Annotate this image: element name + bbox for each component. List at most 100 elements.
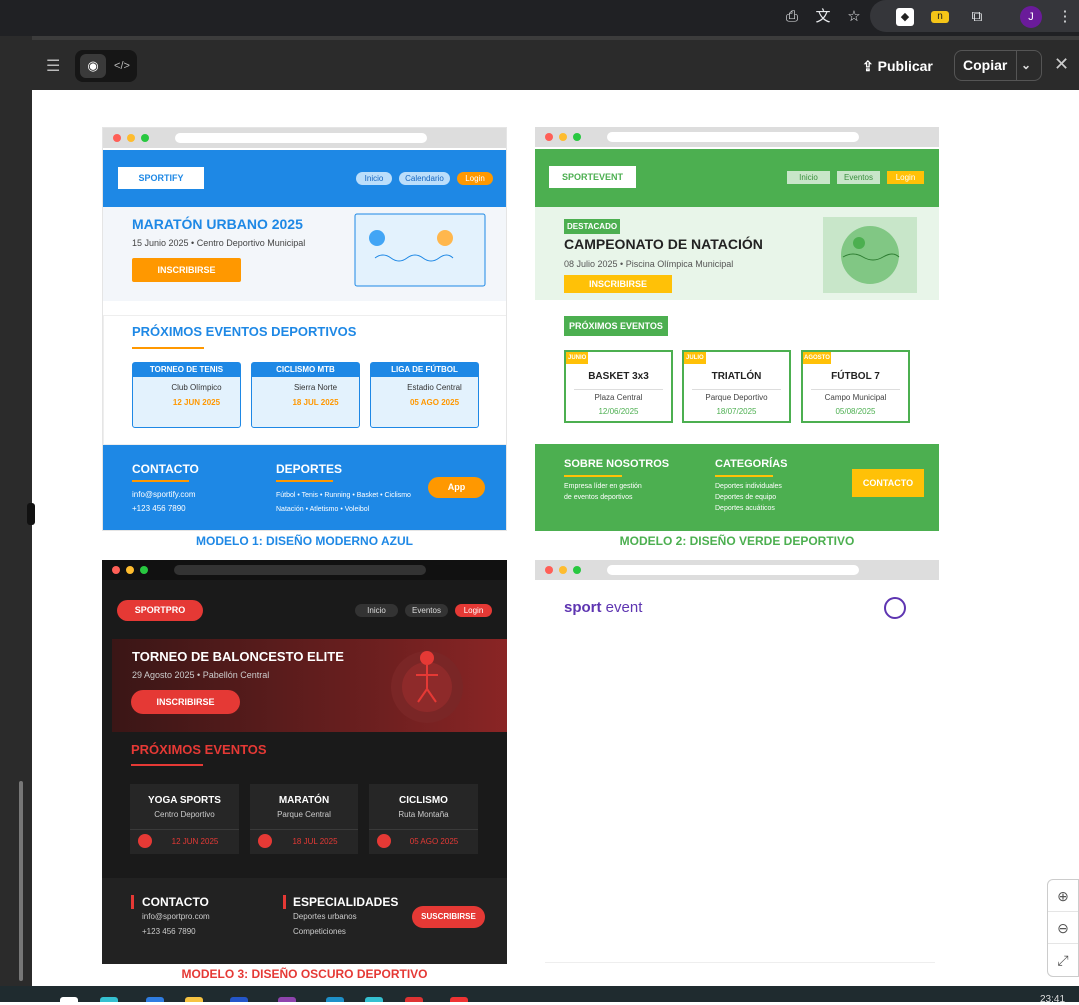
m1-sports-title: DEPORTES — [276, 462, 343, 476]
m1-section-title: PRÓXIMOS EVENTOS DEPORTIVOS — [132, 324, 357, 339]
m3-register-button[interactable]: INSCRIBIRSE — [131, 690, 240, 714]
m1-nav-inicio[interactable]: Inicio — [356, 172, 392, 185]
m1-email[interactable]: info@sportify.com — [132, 490, 196, 499]
chevron-down-icon[interactable]: ⌄ — [1021, 51, 1031, 80]
m3-card-place: Parque Central — [277, 810, 331, 819]
translate-icon[interactable]: 文 — [814, 8, 832, 26]
m3-card-date: 12 JUN 2025 — [171, 837, 219, 846]
m3-hero-subtitle: 29 Agosto 2025 • Pabellón Central — [132, 670, 270, 680]
copy-button[interactable]: Copiar ⌄ — [954, 50, 1042, 81]
m2-contact-button[interactable]: CONTACTO — [852, 469, 924, 497]
m1-card-title: LIGA DE FÚTBOL — [371, 363, 478, 377]
m3-event-card[interactable]: CICLISMO Ruta Montaña 05 AGO 2025 — [369, 784, 478, 854]
code-icon[interactable]: </> — [110, 54, 134, 78]
m1-header: SPORTIFY Inicio Calendario Login — [103, 150, 506, 207]
m2-register-button[interactable]: INSCRIBIRSE — [564, 275, 672, 293]
m1-contact-title: CONTACTO — [132, 462, 199, 476]
m1-nav-login[interactable]: Login — [457, 172, 493, 185]
m3-card-place: Centro Deportivo — [154, 810, 215, 819]
browser-toolbar: ⎙ 文 ☆ ◆ n ⧉ J ⋮ — [0, 0, 1079, 36]
m3-card-title: YOGA SPORTS — [148, 795, 221, 806]
m1-app-button[interactable]: App — [428, 477, 485, 498]
bookmark-star-icon[interactable]: ☆ — [845, 8, 863, 26]
m4-logo-part: event — [605, 599, 643, 616]
m1-sports-list: Fútbol • Tenis • Running • Basket • Cicl… — [276, 492, 411, 499]
m3-email[interactable]: info@sportpro.com — [142, 912, 210, 921]
m2-card-title: BASKET 3x3 — [588, 371, 649, 382]
m2-category-item[interactable]: Deportes individuales — [715, 483, 782, 490]
m2-nav-inicio[interactable]: Inicio — [787, 171, 830, 184]
m1-card-place: Estadio Central — [407, 383, 462, 392]
m2-event-card[interactable]: JUNIO BASKET 3x3 Plaza Central 12/06/202… — [564, 350, 673, 423]
m1-event-card[interactable]: LIGA DE FÚTBOL Estadio Central 05 AGO 20… — [370, 362, 479, 428]
m2-card-month: JULIO — [684, 352, 706, 364]
m3-specialties-title: ESPECIALIDADES — [293, 895, 399, 909]
m3-hero-image — [391, 651, 463, 723]
m1-card-title: CICLISMO MTB — [252, 363, 359, 377]
m1-card-place: Club Olímpico — [171, 383, 222, 392]
zoom-controls: ⊕ ⊖ ⤢ — [1047, 879, 1079, 977]
m1-register-button[interactable]: INSCRIBIRSE — [132, 258, 241, 282]
m2-card-title: TRIATLÓN — [711, 371, 762, 382]
m2-categories-title: CATEGORÍAS — [715, 458, 788, 470]
m3-specialty-item: Deportes urbanos — [293, 912, 357, 921]
m2-category-item[interactable]: Deportes de equipo — [715, 494, 776, 501]
zoom-in-icon[interactable]: ⊕ — [1048, 880, 1078, 912]
window-bar — [103, 128, 506, 148]
m2-section-title: PRÓXIMOS EVENTOS — [564, 316, 668, 336]
m3-event-card[interactable]: MARATÓN Parque Central 18 JUL 2025 — [250, 784, 358, 854]
publish-button[interactable]: ⇪ Publicar — [862, 54, 933, 78]
m2-card-place: Parque Deportivo — [705, 393, 768, 402]
share-icon: ⇪ — [862, 58, 878, 74]
m2-category-item[interactable]: Deportes acuáticos — [715, 505, 775, 512]
m3-nav-eventos[interactable]: Eventos — [405, 604, 448, 617]
folder-extension-icon[interactable]: n — [931, 11, 949, 23]
m1-hero-image — [354, 213, 486, 287]
artifact-toolbar: ☰ ◉ </> ⇪ Publicar Copiar ⌄ ✕ — [32, 36, 1079, 90]
m2-nav-eventos[interactable]: Eventos — [837, 171, 880, 184]
fullscreen-icon[interactable]: ⤢ — [1048, 944, 1078, 976]
m2-event-card[interactable]: JULIO TRIATLÓN Parque Deportivo 18/07/20… — [682, 350, 791, 423]
m1-hero-title: MARATÓN URBANO 2025 — [132, 216, 303, 232]
window-bar — [535, 560, 939, 580]
browser-menu-icon[interactable]: ⋮ — [1056, 8, 1074, 26]
m3-event-card[interactable]: YOGA SPORTS Centro Deportivo 12 JUN 2025 — [130, 784, 239, 854]
m3-phone: +123 456 7890 — [142, 927, 196, 936]
m2-nav-login[interactable]: Login — [887, 171, 924, 184]
puzzle-extensions-icon[interactable]: ⧉ — [968, 8, 986, 26]
close-icon[interactable]: ✕ — [1054, 54, 1069, 75]
m1-title-underline — [132, 347, 204, 349]
m3-card-title: MARATÓN — [278, 795, 330, 806]
zoom-out-icon[interactable]: ⊖ — [1048, 912, 1078, 944]
m2-card-place: Plaza Central — [594, 393, 643, 402]
m2-footer: SOBRE NOSOTROS Empresa líder en gestión … — [535, 444, 939, 531]
publish-label: Publicar — [877, 58, 933, 74]
resize-handle[interactable] — [27, 503, 35, 525]
m2-hero-subtitle: 08 Julio 2025 • Piscina Olímpica Municip… — [564, 259, 734, 269]
m3-nav-inicio[interactable]: Inicio — [355, 604, 398, 617]
scrollbar[interactable] — [19, 781, 23, 981]
m3-nav-login[interactable]: Login — [455, 604, 492, 617]
m2-event-card[interactable]: AGOSTO FÚTBOL 7 Campo Municipal 05/08/20… — [801, 350, 910, 423]
m1-card-title: TORNEO DE TENIS — [133, 363, 240, 377]
m3-section-title: PRÓXIMOS EVENTOS — [131, 742, 267, 757]
m2-hero-title: CAMPEONATO DE NATACIÓN — [564, 236, 763, 252]
m2-card-date: 12/06/2025 — [598, 407, 639, 416]
m1-event-card[interactable]: CICLISMO MTB Sierra Norte 18 JUL 2025 — [251, 362, 360, 428]
preview-eye-icon[interactable]: ◉ — [80, 54, 106, 78]
m1-nav-calendario[interactable]: Calendario — [399, 172, 450, 185]
list-icon[interactable]: ☰ — [46, 56, 60, 76]
m3-subscribe-button[interactable]: SUSCRIBIRSE — [412, 906, 485, 928]
extension-icon[interactable]: ◆ — [896, 8, 914, 26]
install-app-icon[interactable]: ⎙ — [783, 8, 801, 26]
profile-avatar[interactable]: J — [1020, 6, 1042, 28]
m3-card-date: 05 AGO 2025 — [409, 837, 459, 846]
model4-window: sport event — [535, 560, 939, 964]
m2-featured-badge: DESTACADO — [564, 219, 621, 234]
m3-date-dot — [138, 834, 152, 848]
m4-menu-icon[interactable] — [884, 597, 906, 619]
m1-card-date: 18 JUL 2025 — [292, 398, 339, 407]
m3-footer: CONTACTO info@sportpro.com +123 456 7890… — [102, 878, 507, 964]
m1-event-card[interactable]: TORNEO DE TENIS Club Olímpico 12 JUN 202… — [132, 362, 241, 428]
m1-card-date: 05 AGO 2025 — [409, 398, 460, 407]
